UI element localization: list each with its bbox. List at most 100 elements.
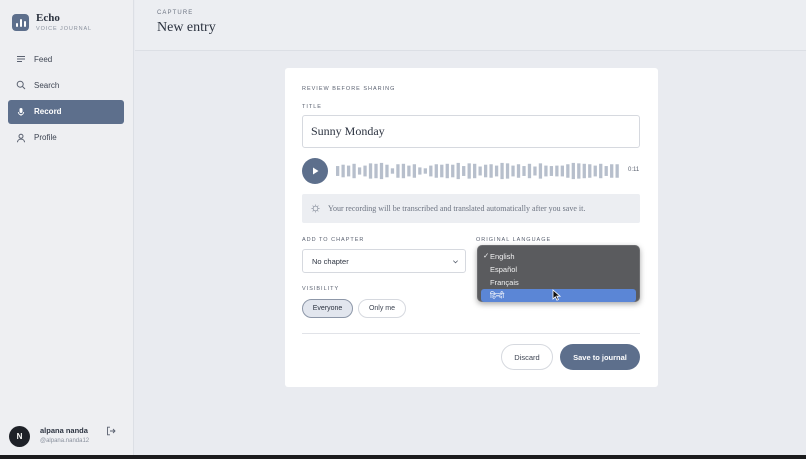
waveform-bar bbox=[462, 166, 466, 176]
waveform-bar bbox=[577, 163, 581, 179]
waveform-bar bbox=[522, 166, 526, 176]
waveform-bar bbox=[423, 168, 427, 174]
waveform-bar bbox=[385, 164, 389, 178]
chapter-select[interactable]: No chapter bbox=[302, 249, 466, 273]
list-icon bbox=[17, 56, 25, 62]
page-header: CAPTURE New entry bbox=[135, 0, 806, 51]
waveform-bar bbox=[604, 166, 608, 176]
waveform-bar bbox=[494, 165, 499, 177]
waveform-bar bbox=[429, 165, 433, 177]
sidebar-item-profile[interactable]: Profile bbox=[8, 126, 124, 150]
visibility-everyone[interactable]: Everyone bbox=[302, 299, 353, 318]
breadcrumb: CAPTURE bbox=[157, 10, 194, 16]
sparkle-icon bbox=[311, 204, 320, 213]
waveform-bar bbox=[434, 164, 438, 178]
sidebar-nav: Feed Search Record Profile bbox=[8, 47, 124, 152]
waveform-bar bbox=[516, 164, 521, 178]
language-option-espanol[interactable]: Español bbox=[481, 263, 636, 276]
waveform-bar bbox=[357, 167, 362, 175]
save-to-journal-button[interactable]: Save to journal bbox=[560, 344, 640, 370]
sidebar-item-record[interactable]: Record bbox=[8, 99, 124, 124]
sidebar: Echo VOICE JOURNAL Feed Search Record Pr… bbox=[0, 0, 134, 459]
transcription-notice: Your recording will be transcribed and t… bbox=[302, 194, 640, 223]
waveform-bar bbox=[544, 165, 548, 177]
logout-icon[interactable] bbox=[106, 426, 116, 436]
language-label: ORIGINAL LANGUAGE bbox=[476, 237, 552, 243]
sidebar-item-feed[interactable]: Feed bbox=[8, 47, 124, 71]
waveform-bar bbox=[341, 164, 345, 178]
waveform-bar bbox=[610, 164, 614, 178]
waveform-bar bbox=[533, 166, 537, 176]
waveform-bar bbox=[489, 164, 493, 178]
sidebar-item-search[interactable]: Search bbox=[8, 73, 124, 97]
waveform-bar bbox=[390, 168, 395, 174]
play-icon bbox=[312, 167, 318, 175]
waveform-bar bbox=[445, 163, 449, 179]
sidebar-item-label: Profile bbox=[34, 133, 57, 143]
sidebar-item-label: Feed bbox=[34, 54, 53, 64]
play-button[interactable] bbox=[302, 158, 328, 184]
waveform-bar bbox=[418, 167, 422, 175]
waveform-bar bbox=[412, 164, 417, 178]
waveform-bar bbox=[538, 163, 543, 179]
mouse-cursor-icon bbox=[552, 289, 561, 301]
option-label: Français bbox=[490, 278, 519, 287]
notice-text: Your recording will be transcribed and t… bbox=[328, 204, 586, 213]
sidebar-item-label: Search bbox=[34, 80, 60, 90]
option-label: Español bbox=[490, 265, 518, 274]
brand[interactable]: Echo VOICE JOURNAL bbox=[12, 12, 92, 32]
waveform-bar bbox=[346, 165, 351, 177]
user-profile[interactable]: N alpana nanda @alpana.nanda12 bbox=[9, 423, 89, 447]
waveform-bar bbox=[451, 164, 455, 178]
language-option-francais[interactable]: Français bbox=[481, 276, 636, 289]
user-icon bbox=[17, 133, 25, 143]
user-handle: @alpana.nanda12 bbox=[40, 438, 90, 444]
waveform-bar bbox=[374, 163, 378, 179]
waveform-bar bbox=[336, 166, 340, 176]
discard-button[interactable]: Discard bbox=[501, 344, 553, 370]
waveform-bar bbox=[440, 164, 444, 178]
chevron-down-icon bbox=[453, 260, 458, 264]
chapter-label: ADD TO CHAPTER bbox=[302, 237, 365, 243]
waveform-bar bbox=[401, 163, 406, 179]
waveform-bar bbox=[599, 163, 603, 179]
visibility-only-me[interactable]: Only me bbox=[358, 299, 406, 318]
mic-icon bbox=[17, 107, 25, 116]
waveform-bar bbox=[549, 166, 554, 176]
waveform-bar bbox=[483, 164, 488, 178]
waveform-bar bbox=[467, 163, 471, 179]
waveform-bar bbox=[473, 163, 477, 179]
user-name: alpana nanda bbox=[40, 426, 88, 435]
language-option-english[interactable]: ✓ English bbox=[481, 250, 636, 263]
bottom-edge bbox=[0, 455, 806, 459]
waveform[interactable] bbox=[336, 161, 621, 181]
waveform-bar bbox=[511, 165, 515, 177]
sidebar-item-label: Record bbox=[34, 107, 62, 117]
option-label: English bbox=[490, 252, 515, 261]
search-icon bbox=[16, 80, 26, 90]
waveform-bar bbox=[566, 164, 570, 178]
waveform-bar bbox=[407, 165, 411, 177]
avatar: N bbox=[9, 426, 30, 447]
brand-name: Echo bbox=[36, 12, 60, 24]
chapter-select-value: No chapter bbox=[312, 256, 349, 266]
echo-logo-icon bbox=[12, 13, 29, 31]
waveform-bar bbox=[368, 163, 373, 179]
waveform-bar bbox=[560, 165, 564, 177]
title-input[interactable]: Sunny Monday bbox=[302, 115, 640, 148]
waveform-bar bbox=[615, 164, 619, 178]
waveform-bar bbox=[500, 162, 504, 180]
waveform-bar bbox=[456, 162, 460, 180]
waveform-bar bbox=[527, 163, 532, 179]
waveform-bar bbox=[593, 165, 597, 177]
review-card: REVIEW BEFORE SHARING TITLE Sunny Monday… bbox=[285, 68, 658, 387]
waveform-bar bbox=[352, 163, 356, 179]
waveform-bar bbox=[396, 164, 400, 178]
title-label: TITLE bbox=[302, 104, 322, 110]
waveform-bar bbox=[571, 162, 575, 180]
waveform-bar bbox=[478, 166, 482, 176]
waveform-bar bbox=[555, 165, 559, 177]
divider bbox=[302, 333, 640, 334]
visibility-label: VISIBILITY bbox=[302, 286, 340, 292]
review-heading: REVIEW BEFORE SHARING bbox=[302, 86, 396, 92]
